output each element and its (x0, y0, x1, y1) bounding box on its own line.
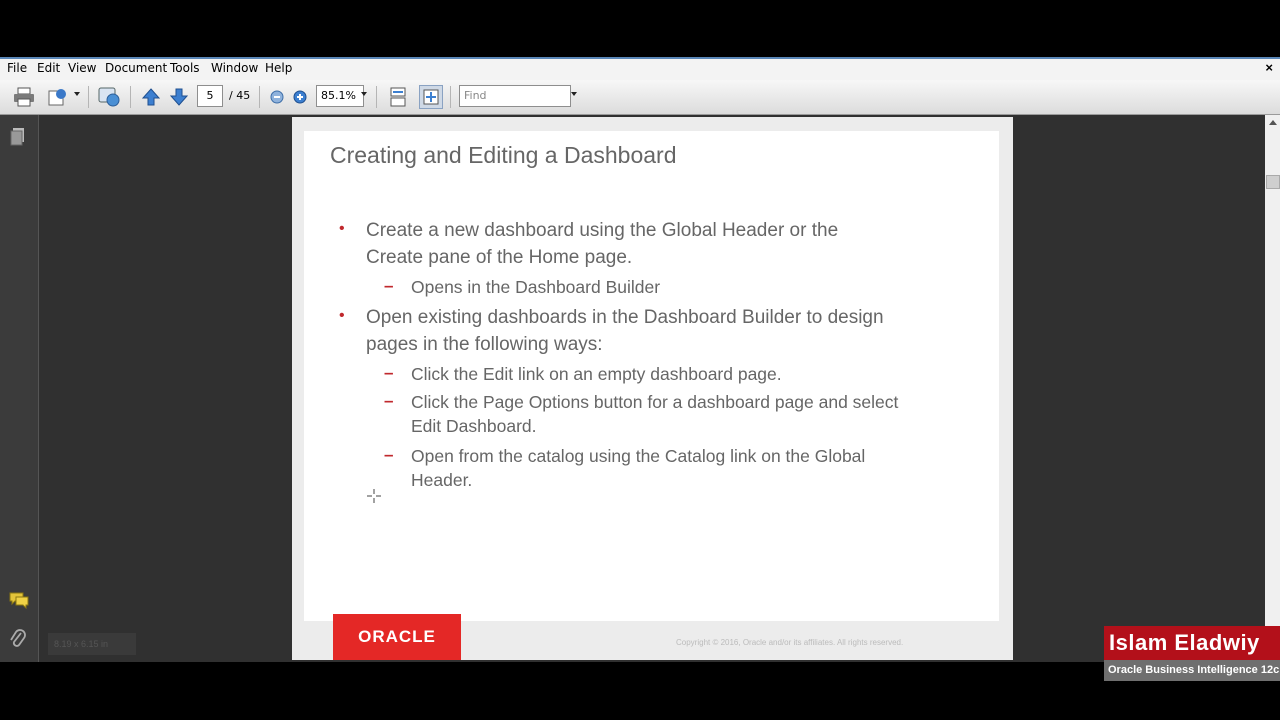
scrolling-mode-icon[interactable] (386, 85, 410, 109)
menu-tools[interactable]: Tools (170, 61, 200, 75)
slide-title: Creating and Editing a Dashboard (330, 142, 677, 168)
comments-icon[interactable] (8, 591, 30, 614)
page-size-label: 8.19 x 6.15 in (48, 633, 136, 655)
toolbar-separator (450, 86, 451, 108)
menu-edit[interactable]: Edit (37, 61, 60, 75)
sub-bullet-marker: – (384, 276, 394, 295)
previous-page-icon[interactable] (139, 85, 163, 109)
sub-bullet-text: Open from the catalog using the Catalog … (411, 446, 866, 466)
sub-bullet-marker: – (384, 445, 394, 464)
collaborate-icon[interactable] (97, 85, 121, 109)
scroll-up-icon[interactable] (1269, 120, 1277, 125)
fit-page-icon[interactable] (419, 85, 443, 109)
oracle-logo: ORACLE (333, 614, 461, 660)
sub-bullet-text: Click the Edit link on an empty dashboar… (411, 364, 782, 384)
zoom-in-icon[interactable] (288, 85, 312, 109)
menu-view[interactable]: View (68, 61, 96, 75)
page-number-input[interactable]: 5 (197, 85, 223, 107)
toolbar-separator (130, 86, 131, 108)
close-icon[interactable]: × (1265, 60, 1273, 75)
page-total: / 45 (229, 89, 251, 102)
vertical-scrollbar[interactable] (1265, 115, 1280, 662)
next-page-icon[interactable] (167, 85, 191, 109)
sub-bullet-marker: – (384, 391, 394, 410)
zoom-out-icon[interactable] (265, 85, 289, 109)
zoom-level-input[interactable]: 85.1% (316, 85, 364, 107)
bullet-marker: • (339, 307, 345, 324)
menu-file[interactable]: File (7, 61, 27, 75)
bullet-text: pages in the following ways: (366, 334, 603, 355)
share-icon[interactable] (46, 85, 70, 109)
find-dropdown-icon[interactable] (571, 92, 577, 96)
scroll-thumb[interactable] (1266, 175, 1280, 189)
bullet-text: Open existing dashboards in the Dashboar… (366, 307, 884, 328)
bullet-text: Create pane of the Home page. (366, 247, 633, 268)
find-input[interactable]: Find (459, 85, 571, 107)
sub-bullet-text: Opens in the Dashboard Builder (411, 277, 661, 297)
toolbar: 5 / 45 85.1% Find (0, 80, 1280, 115)
toolbar-separator (376, 86, 377, 108)
print-icon[interactable] (12, 85, 36, 109)
pdf-page (292, 117, 1013, 660)
menu-document[interactable]: Document (105, 61, 167, 75)
attachment-icon[interactable] (9, 629, 27, 656)
copyright-text: Copyright © 2016, Oracle and/or its affi… (676, 638, 904, 647)
bullet-marker: • (339, 220, 345, 237)
toolbar-separator (259, 86, 260, 108)
sub-bullet-text: Edit Dashboard. (411, 416, 537, 436)
sub-bullet-text: Click the Page Options button for a dash… (411, 392, 899, 412)
cursor-crosshair-icon (367, 489, 381, 508)
share-dropdown-icon[interactable] (74, 92, 80, 96)
pages-panel-icon[interactable] (9, 127, 27, 152)
menu-help[interactable]: Help (265, 61, 292, 75)
bullet-text: Create a new dashboard using the Global … (366, 220, 839, 241)
menu-window[interactable]: Window (211, 61, 258, 75)
watermark-name: Islam Eladwiy (1104, 626, 1280, 660)
sub-bullet-marker: – (384, 363, 394, 382)
zoom-dropdown-icon[interactable] (361, 92, 367, 96)
toolbar-separator (88, 86, 89, 108)
menu-bar: File Edit View Document Tools Window Hel… (0, 57, 1280, 80)
sub-bullet-text: Header. (411, 470, 473, 490)
navigation-panel (0, 115, 39, 662)
watermark-subtitle: Oracle Business Intelligence 12c (1104, 660, 1280, 681)
